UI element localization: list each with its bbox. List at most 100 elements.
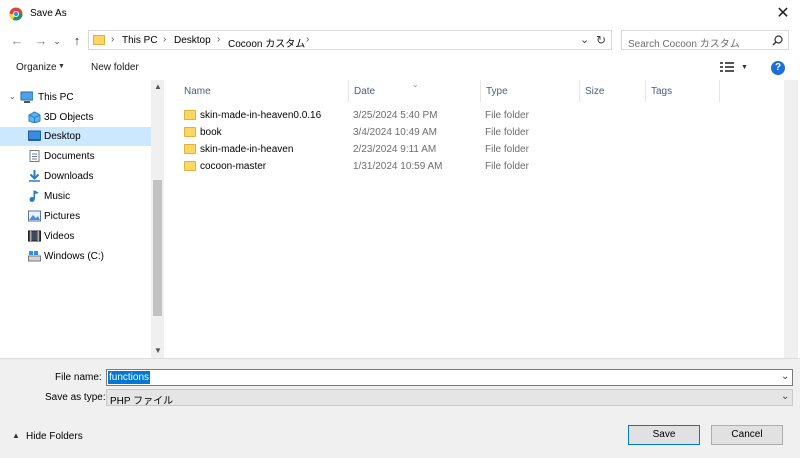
file-date: 3/25/2024 5:40 PM (353, 110, 438, 121)
back-arrow-icon[interactable]: ← (8, 32, 26, 50)
folder-icon (184, 127, 196, 137)
navigation-pane: ⌄ This PC 3D Objects Desktop Documents D… (0, 80, 164, 358)
file-name-value[interactable]: functions (108, 371, 151, 384)
cancel-button[interactable]: Cancel (711, 425, 783, 445)
table-row[interactable]: skin-made-in-heaven0.0.16 3/25/2024 5:40… (164, 107, 724, 124)
breadcrumb-desktop[interactable]: Desktop (174, 35, 211, 46)
sidebar-item-label: Pictures (44, 211, 81, 222)
breadcrumb-separator-icon: › (111, 34, 115, 45)
up-arrow-icon[interactable]: ↑ (68, 32, 86, 50)
table-row[interactable]: book 3/4/2024 10:49 AM File folder (164, 124, 724, 141)
chrome-app-icon (9, 7, 23, 21)
sidebar-item-label: Documents (44, 151, 95, 162)
recent-locations-chevron-icon[interactable]: ⌄ (52, 32, 62, 50)
sidebar-item-label: Music (44, 191, 71, 202)
title-bar (0, 0, 800, 28)
view-dropdown-icon[interactable]: ▼ (741, 64, 748, 71)
file-name: book (200, 127, 222, 138)
file-list: ⌄ Name Date Type Size Tags skin-made-in-… (164, 80, 784, 358)
view-options-icon[interactable] (720, 62, 734, 73)
column-header-label: Tags (651, 86, 673, 97)
pc-icon (20, 91, 33, 103)
breadcrumb-cocoon[interactable]: Cocoon カスタム (228, 35, 305, 50)
table-row[interactable]: cocoon-master 1/31/2024 10:59 AM File fo… (164, 158, 724, 175)
save-as-type-select[interactable]: PHP ファイル ⌄ (106, 389, 793, 407)
column-header-tags[interactable]: Tags (645, 80, 720, 102)
music-icon (29, 190, 39, 202)
column-header-label: Date (354, 86, 376, 97)
search-icon[interactable] (772, 35, 783, 46)
breadcrumb-separator-icon: › (217, 34, 221, 45)
navigation-scrollbar[interactable]: ▲ ▼ (151, 80, 164, 358)
file-type: File folder (485, 161, 529, 172)
file-date: 2/23/2024 9:11 AM (353, 144, 437, 155)
scrollbar-thumb[interactable] (153, 180, 162, 316)
sidebar-item-pictures[interactable]: Pictures (0, 207, 151, 226)
new-folder-button[interactable]: New folder (91, 62, 139, 73)
sidebar-item-windows-c[interactable]: Windows (C:) (0, 247, 151, 266)
drive-icon (28, 251, 41, 262)
sidebar-item-documents[interactable]: Documents (0, 147, 151, 166)
file-name: cocoon-master (200, 161, 267, 172)
forward-arrow-icon[interactable]: → (32, 32, 50, 50)
sidebar-item-3d-objects[interactable]: 3D Objects (0, 108, 151, 127)
file-name-label: File name: (55, 372, 102, 383)
folder-icon (184, 144, 196, 154)
refresh-icon[interactable]: ↻ (596, 33, 606, 47)
file-list-scrollbar[interactable] (784, 80, 798, 358)
save-button[interactable]: Save (628, 425, 700, 445)
sidebar-item-downloads[interactable]: Downloads (0, 167, 151, 186)
scroll-up-icon[interactable]: ▲ (154, 82, 162, 91)
file-name: skin-made-in-heaven (200, 144, 294, 155)
column-header-name[interactable]: Name (178, 80, 349, 102)
sidebar-item-music[interactable]: Music (0, 187, 151, 206)
column-header-label: Name (184, 86, 211, 97)
organize-dropdown-icon[interactable]: ▼ (58, 63, 65, 70)
videos-icon (28, 230, 41, 242)
cube-icon (28, 111, 41, 123)
sidebar-item-label: Downloads (44, 171, 94, 182)
column-header-label: Type (486, 86, 508, 97)
sidebar-item-this-pc[interactable]: ⌄ This PC (0, 88, 151, 107)
sidebar-item-desktop[interactable]: Desktop (0, 127, 151, 146)
column-header-size[interactable]: Size (579, 80, 646, 102)
sidebar-item-videos[interactable]: Videos (0, 227, 151, 246)
sidebar-item-label: Videos (44, 231, 75, 242)
save-as-type-label: Save as type: (45, 392, 106, 403)
help-icon[interactable]: ? (771, 61, 785, 75)
folder-icon (184, 110, 196, 120)
file-date: 1/31/2024 10:59 AM (353, 161, 443, 172)
chevron-up-icon[interactable]: ▲ (12, 431, 20, 440)
hide-folders-button[interactable]: Hide Folders (26, 431, 83, 442)
address-dropdown-icon[interactable]: ⌄ (580, 33, 589, 46)
address-bar[interactable]: › This PC › Desktop › Cocoon カスタム › ⌄ ↻ (88, 30, 612, 50)
save-as-type-value: PHP ファイル (110, 396, 174, 407)
expand-chevron-icon[interactable]: ⌄ (9, 92, 16, 101)
folder-icon (93, 35, 105, 45)
breadcrumb-this-pc[interactable]: This PC (122, 35, 158, 46)
search-placeholder[interactable]: Search Cocoon カスタム (628, 35, 740, 50)
scroll-down-icon[interactable]: ▼ (154, 346, 162, 355)
close-icon[interactable]: ✕ (770, 3, 796, 25)
chevron-down-icon[interactable]: ⌄ (781, 391, 789, 402)
sidebar-item-label: 3D Objects (44, 112, 94, 123)
file-name-input[interactable]: functions ⌄ (106, 369, 793, 386)
pictures-icon (28, 210, 41, 222)
file-type: File folder (485, 144, 529, 155)
column-header-label: Size (585, 86, 605, 97)
desktop-icon (28, 130, 41, 141)
file-name: skin-made-in-heaven0.0.16 (200, 110, 322, 121)
breadcrumb-separator-icon: › (163, 34, 167, 45)
column-header-date[interactable]: Date (348, 80, 481, 102)
sidebar-item-label: Desktop (44, 131, 81, 142)
window-title: Save As (30, 8, 67, 19)
file-type: File folder (485, 127, 529, 138)
breadcrumb-separator-icon: › (306, 34, 310, 45)
folder-icon (184, 161, 196, 171)
search-box[interactable]: Search Cocoon カスタム (621, 30, 789, 50)
organize-button[interactable]: Organize (16, 62, 57, 73)
table-row[interactable]: skin-made-in-heaven 2/23/2024 9:11 AM Fi… (164, 141, 724, 158)
chevron-down-icon[interactable]: ⌄ (781, 371, 789, 382)
file-type: File folder (485, 110, 529, 121)
column-header-type[interactable]: Type (480, 80, 580, 102)
